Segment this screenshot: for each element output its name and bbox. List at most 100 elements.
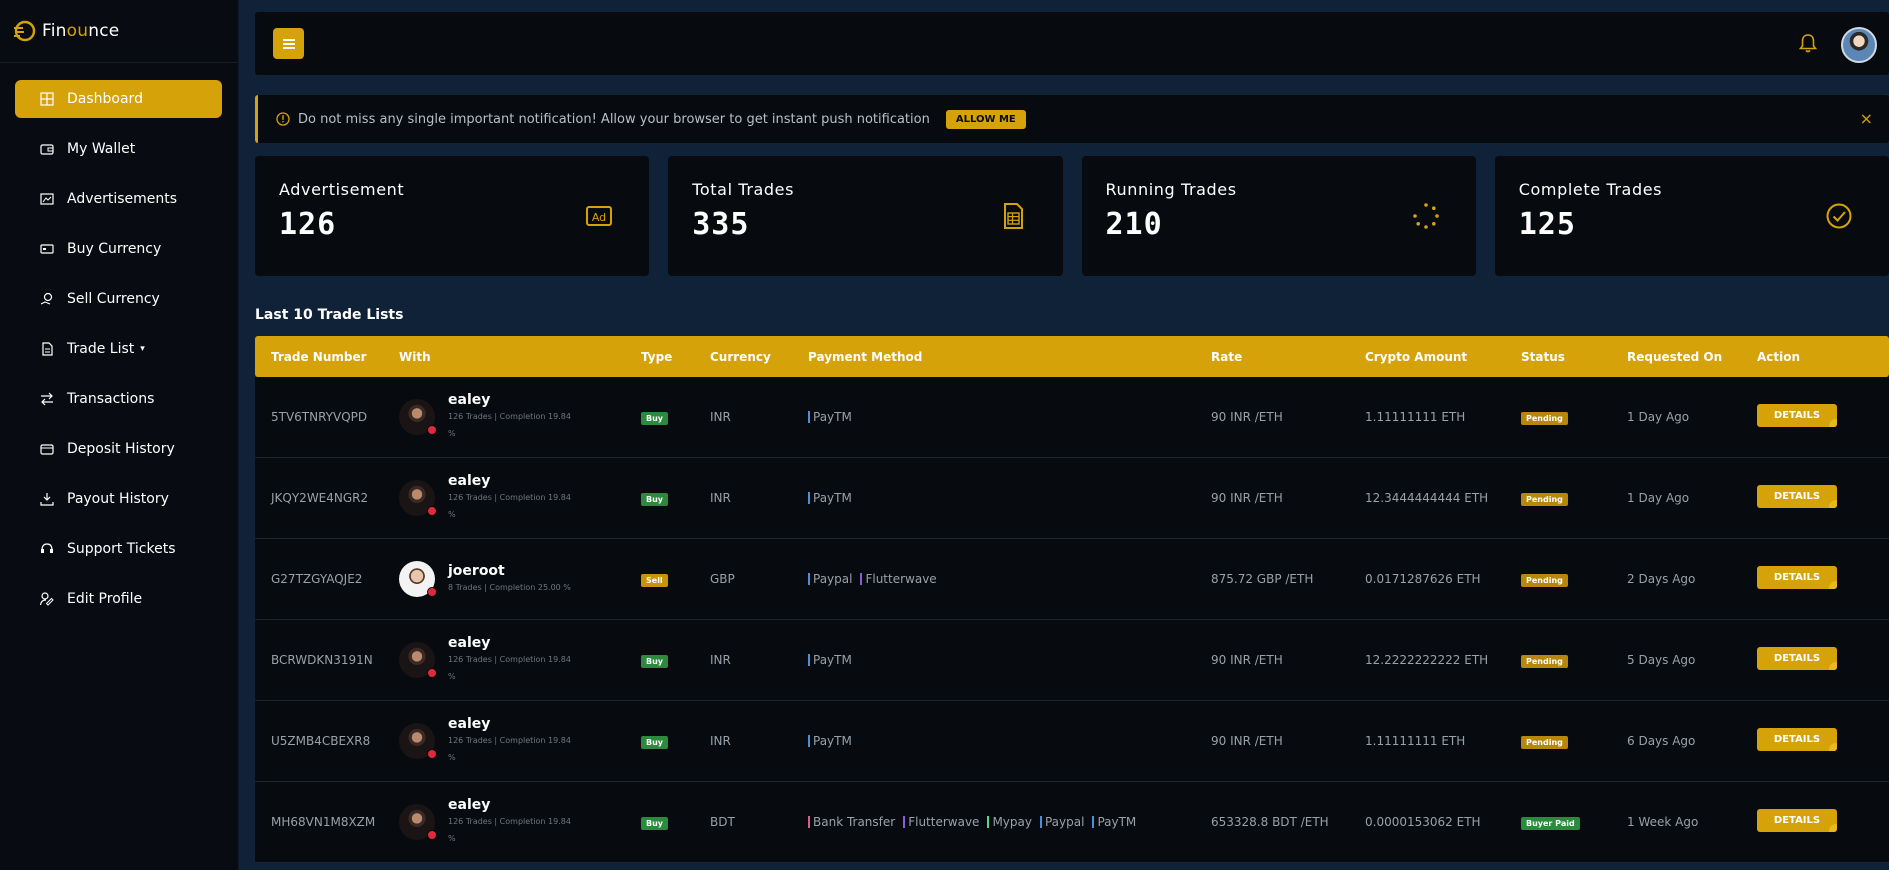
crypto-amount: 12.2222222222 ETH xyxy=(1365,653,1489,667)
column-header: Status xyxy=(1521,349,1565,364)
sidebar-item-label: Advertisements xyxy=(67,191,178,207)
table-row: JKQY2WE4NGR2 ealey 126 Trades | Completion… xyxy=(255,458,1889,539)
topbar xyxy=(255,12,1889,75)
stat-title: Total Trades xyxy=(692,180,795,199)
sidebar-item-buy-currency[interactable]: Buy Currency xyxy=(15,230,222,268)
trade-type-badge: Buy xyxy=(641,493,669,506)
details-button[interactable]: DETAILS xyxy=(1757,566,1837,589)
column-header: Crypto Amount xyxy=(1365,349,1468,364)
sidebar-item-label: Edit Profile xyxy=(67,591,143,607)
payment-method: Flutterwave xyxy=(903,816,979,828)
payment-method: Paypal xyxy=(1039,816,1084,828)
column-header: Type xyxy=(641,349,673,364)
status-badge: Pending xyxy=(1521,493,1568,506)
requested-on: 6 Days Ago xyxy=(1627,734,1696,748)
check-circle-icon xyxy=(1826,203,1852,229)
payment-method: PayTM xyxy=(1092,816,1136,828)
trader-stats: 126 Trades | Completion 19.84 % xyxy=(448,817,571,843)
stat-card-advertisement[interactable]: Advertisement 126 Ad xyxy=(255,156,650,276)
trader-stats: 126 Trades | Completion 19.84 % xyxy=(448,736,571,762)
offline-status-dot xyxy=(427,749,437,759)
trader-avatar[interactable] xyxy=(399,642,437,678)
payment-method: PayTM xyxy=(808,735,852,747)
column-header: Payment Method xyxy=(808,349,923,364)
currency: GBP xyxy=(710,572,735,586)
allow-me-button[interactable]: ALLOW ME xyxy=(945,109,1026,129)
sidebar-item-dashboard[interactable]: Dashboard xyxy=(15,80,222,118)
status-badge: Pending xyxy=(1521,574,1568,587)
stat-card-running-trades[interactable]: Running Trades 210 xyxy=(1081,156,1476,276)
currency: INR xyxy=(710,653,731,667)
payment-methods: PayTM xyxy=(808,735,1211,747)
sidebar-item-transactions[interactable]: Transactions xyxy=(15,380,222,418)
trader-avatar[interactable] xyxy=(399,399,437,435)
trader-name[interactable]: ealey xyxy=(448,716,578,732)
payment-methods: PayTM xyxy=(808,492,1211,504)
details-button[interactable]: DETAILS xyxy=(1757,485,1837,508)
notification-bell-icon[interactable] xyxy=(1797,32,1819,54)
sidebar-item-label: Deposit History xyxy=(67,441,175,457)
column-header: With xyxy=(399,349,431,364)
rate: 875.72 GBP /ETH xyxy=(1211,572,1314,586)
sell-currency-icon xyxy=(39,291,55,307)
trader-avatar[interactable] xyxy=(399,723,437,759)
trader-avatar[interactable] xyxy=(399,561,437,597)
trade-number: BCRWDKN3191N xyxy=(271,653,373,667)
stat-value: 125 xyxy=(1518,207,1576,242)
menu-toggle-button[interactable] xyxy=(273,28,304,59)
close-icon[interactable]: × xyxy=(1860,109,1873,128)
sidebar-item-label: Buy Currency xyxy=(67,241,162,257)
offline-status-dot xyxy=(427,425,437,435)
edit-profile-icon xyxy=(39,591,55,607)
trader-name[interactable]: ealey xyxy=(448,392,578,408)
trader-cell: ealey 126 Trades | Completion 19.84 % xyxy=(399,797,641,847)
status-badge: Pending xyxy=(1521,655,1568,668)
rate: 90 INR /ETH xyxy=(1211,491,1283,505)
sidebar-item-my-wallet[interactable]: My Wallet xyxy=(15,130,222,168)
sidebar-item-support-tickets[interactable]: Support Tickets xyxy=(15,530,222,568)
sidebar-item-trade-list[interactable]: Trade List ▾ xyxy=(15,330,222,368)
requested-on: 1 Week Ago xyxy=(1627,815,1699,829)
details-button[interactable]: DETAILS xyxy=(1757,809,1837,832)
trader-name[interactable]: ealey xyxy=(448,473,578,489)
crypto-amount: 0.0171287626 ETH xyxy=(1365,572,1481,586)
sidebar-item-edit-profile[interactable]: Edit Profile xyxy=(15,580,222,618)
dashboard-icon xyxy=(39,91,55,107)
payment-method: PayTM xyxy=(808,411,852,423)
sidebar-item-label: Dashboard xyxy=(67,91,143,107)
trader-stats: 8 Trades | Completion 25.00 % xyxy=(448,582,571,592)
stat-card-total-trades[interactable]: Total Trades 335 xyxy=(668,156,1063,276)
trader-avatar[interactable] xyxy=(399,480,437,516)
stat-value: 210 xyxy=(1105,207,1163,242)
payment-methods: Paypal Flutterwave xyxy=(808,573,1211,585)
payment-method: Bank Transfer xyxy=(808,816,895,828)
details-button[interactable]: DETAILS xyxy=(1757,647,1837,670)
stat-title: Advertisement xyxy=(279,180,405,199)
user-avatar[interactable] xyxy=(1841,27,1877,63)
requested-on: 2 Days Ago xyxy=(1627,572,1696,586)
sidebar: Finounce Dashboard My Wallet Advertisement… xyxy=(0,0,239,870)
offline-status-dot xyxy=(427,668,437,678)
wallet-icon xyxy=(39,141,55,157)
stat-card-complete-trades[interactable]: Complete Trades 125 xyxy=(1494,156,1889,276)
rate: 90 INR /ETH xyxy=(1211,653,1283,667)
details-button[interactable]: DETAILS xyxy=(1757,728,1837,751)
sidebar-item-sell-currency[interactable]: Sell Currency xyxy=(15,280,222,318)
trade-number: JKQY2WE4NGR2 xyxy=(271,491,369,505)
spinner-icon xyxy=(1412,203,1439,229)
trader-name[interactable]: ealey xyxy=(448,635,578,651)
trader-avatar[interactable] xyxy=(399,804,437,840)
trade-type-badge: Buy xyxy=(641,412,669,425)
trader-name[interactable]: joeroot xyxy=(448,563,578,579)
details-button[interactable]: DETAILS xyxy=(1757,404,1837,427)
brand[interactable]: Finounce xyxy=(0,0,238,63)
trader-name[interactable]: ealey xyxy=(448,797,578,813)
table-row: U5ZMB4CBEXR8 ealey 126 Trades | Completion… xyxy=(255,701,1889,782)
payment-methods: PayTM xyxy=(808,654,1211,666)
sidebar-item-deposit-history[interactable]: Deposit History xyxy=(15,430,222,468)
sidebar-item-advertisements[interactable]: Advertisements xyxy=(15,180,222,218)
transactions-icon xyxy=(39,391,55,407)
crypto-amount: 1.11111111 ETH xyxy=(1365,410,1466,424)
sidebar-item-payout-history[interactable]: Payout History xyxy=(15,480,222,518)
buy-currency-icon xyxy=(39,241,55,257)
